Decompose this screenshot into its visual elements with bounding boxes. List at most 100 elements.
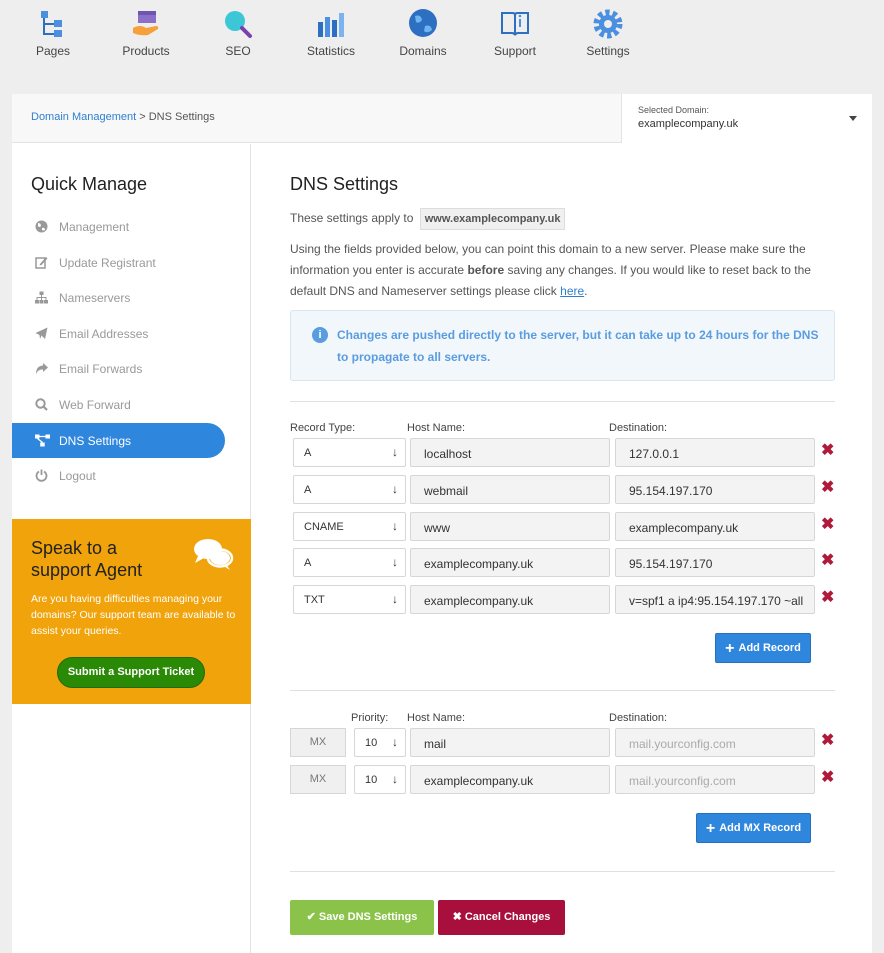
priority-select[interactable]: 10 ↓ — [354, 728, 406, 757]
host-name-input[interactable]: examplecompany.uk — [410, 548, 610, 577]
sidebar-item-email-forwards[interactable]: Email Forwards — [12, 351, 225, 386]
reset-here-link[interactable]: here — [560, 284, 584, 298]
add-mx-record-label: Add MX Record — [719, 822, 802, 834]
sidebar-item-web-forward[interactable]: Web Forward — [12, 387, 225, 422]
delete-record-icon[interactable]: ✖ — [821, 443, 834, 459]
sidebar-item-management[interactable]: Management — [12, 209, 225, 244]
applies-prefix: These settings apply to — [290, 211, 414, 225]
sidebar-item-email-addresses[interactable]: Email Addresses — [12, 316, 225, 351]
nav-statistics[interactable]: Statistics — [291, 8, 371, 58]
priority-value: 10 — [365, 737, 378, 749]
description-bold: before — [467, 263, 505, 277]
selected-domain-value: examplecompany.uk — [638, 118, 739, 130]
destination-input[interactable]: 127.0.0.1 — [615, 438, 815, 467]
arrow-down-icon: ↓ — [392, 555, 398, 569]
nav-products[interactable]: Products — [106, 8, 186, 58]
delete-record-icon[interactable]: ✖ — [821, 553, 834, 569]
header-mx-host-name: Host Name: — [407, 712, 466, 724]
network-icon — [35, 434, 50, 447]
sidebar-item-nameservers[interactable]: Nameservers — [12, 280, 225, 315]
sidebar-item-dns-settings[interactable]: DNS Settings — [12, 423, 225, 458]
submit-ticket-button[interactable]: Submit a Support Ticket — [57, 657, 205, 688]
record-type-select[interactable]: A ↓ — [293, 548, 406, 577]
record-type-select[interactable]: A ↓ — [293, 475, 406, 504]
caret-down-icon — [849, 116, 857, 121]
save-dns-settings-button[interactable]: ✔ Save DNS Settings — [290, 900, 434, 935]
record-row: CNAME ↓ www examplecompany.uk ✖ — [290, 512, 850, 542]
info-text: Changes are pushed directly to the serve… — [337, 328, 819, 364]
mx-host-name-input[interactable]: examplecompany.uk — [410, 765, 610, 794]
arrow-down-icon: ↓ — [392, 445, 398, 459]
share-icon — [35, 362, 48, 375]
add-record-button[interactable]: + Add Record — [715, 633, 811, 663]
nav-statistics-label: Statistics — [306, 44, 355, 58]
destination-input[interactable]: 95.154.197.170 — [615, 548, 815, 577]
priority-value: 10 — [365, 774, 378, 786]
add-record-label: Add Record — [738, 642, 801, 654]
nav-domains-label: Domains — [399, 44, 447, 58]
header-record-type: Record Type: — [290, 422, 356, 434]
nav-support[interactable]: Support — [475, 8, 555, 58]
nav-domains[interactable]: Domains — [383, 8, 463, 58]
record-row: A ↓ examplecompany.uk 95.154.197.170 ✖ — [290, 548, 850, 578]
record-type-value: A — [304, 557, 312, 569]
record-type-select[interactable]: A ↓ — [293, 438, 406, 467]
breadcrumb-separator: > — [139, 111, 146, 123]
host-name-input[interactable]: localhost — [410, 438, 610, 467]
destination-input[interactable]: examplecompany.uk — [615, 512, 815, 541]
cancel-changes-button[interactable]: ✖ Cancel Changes — [438, 900, 565, 935]
selected-domain-dropdown[interactable]: Selected Domain: examplecompany.uk — [621, 94, 872, 143]
sidebar-item-label: Management — [59, 220, 130, 234]
host-name-input[interactable]: www — [410, 512, 610, 541]
add-mx-record-button[interactable]: + Add MX Record — [696, 813, 811, 843]
record-row: A ↓ localhost 127.0.0.1 ✖ — [290, 438, 850, 468]
nav-settings-label: Settings — [586, 44, 630, 58]
sidebar-item-update-registrant[interactable]: Update Registrant — [12, 245, 225, 280]
delete-record-icon[interactable]: ✖ — [821, 590, 834, 606]
delete-mx-icon[interactable]: ✖ — [821, 770, 834, 786]
destination-input[interactable]: 95.154.197.170 — [615, 475, 815, 504]
nav-seo[interactable]: SEO — [198, 8, 278, 58]
mx-destination-input[interactable]: mail.yourconfig.com — [615, 728, 815, 757]
record-type-select[interactable]: TXT ↓ — [293, 585, 406, 614]
seo-icon — [222, 8, 254, 40]
destination-input[interactable]: v=spf1 a ip4:95.154.197.170 ~all — [615, 585, 815, 614]
plus-icon: + — [725, 640, 735, 657]
host-name-input[interactable]: webmail — [410, 475, 610, 504]
search-icon — [35, 398, 48, 411]
mx-host-name-input[interactable]: mail — [410, 728, 610, 757]
delete-record-icon[interactable]: ✖ — [821, 517, 834, 533]
arrow-down-icon: ↓ — [392, 482, 398, 496]
support-box: Speak to a support Agent Are you having … — [12, 519, 251, 704]
breadcrumb-parent-link[interactable]: Domain Management — [31, 111, 136, 123]
nav-products-label: Products — [122, 44, 170, 58]
info-icon: i — [312, 327, 328, 343]
mx-destination-input[interactable]: mail.yourconfig.com — [615, 765, 815, 794]
sitemap-icon — [35, 291, 48, 304]
save-label: Save DNS Settings — [318, 911, 418, 923]
priority-select[interactable]: 10 ↓ — [354, 765, 406, 794]
domains-icon — [407, 8, 439, 40]
nav-seo-label: SEO — [225, 44, 251, 58]
sidebar-item-logout[interactable]: Logout — [12, 458, 225, 493]
nav-pages[interactable]: Pages — [13, 8, 93, 58]
applies-to-line: These settings apply to www.examplecompa… — [290, 208, 566, 230]
breadcrumb-current: DNS Settings — [148, 111, 215, 123]
sidebar-item-label: Web Forward — [59, 398, 131, 412]
record-type-value: A — [304, 447, 312, 459]
host-name-input[interactable]: examplecompany.uk — [410, 585, 610, 614]
mx-row: MX 10 ↓ examplecompany.uk mail.yourconfig… — [290, 765, 850, 795]
sidebar-item-label: Update Registrant — [59, 256, 156, 270]
delete-record-icon[interactable]: ✖ — [821, 480, 834, 496]
mx-row: MX 10 ↓ mail mail.yourconfig.com ✖ — [290, 728, 850, 758]
record-type-select[interactable]: CNAME ↓ — [293, 512, 406, 541]
divider — [290, 690, 835, 691]
arrow-down-icon: ↓ — [392, 735, 398, 749]
nav-settings[interactable]: Settings — [568, 8, 648, 58]
support-icon — [499, 8, 531, 40]
header-destination: Destination: — [609, 422, 668, 434]
sidebar: Quick Manage Management Update Registran… — [12, 144, 251, 953]
delete-mx-icon[interactable]: ✖ — [821, 733, 834, 749]
sidebar-title: Quick Manage — [31, 174, 148, 194]
header-mx-destination: Destination: — [609, 712, 668, 724]
